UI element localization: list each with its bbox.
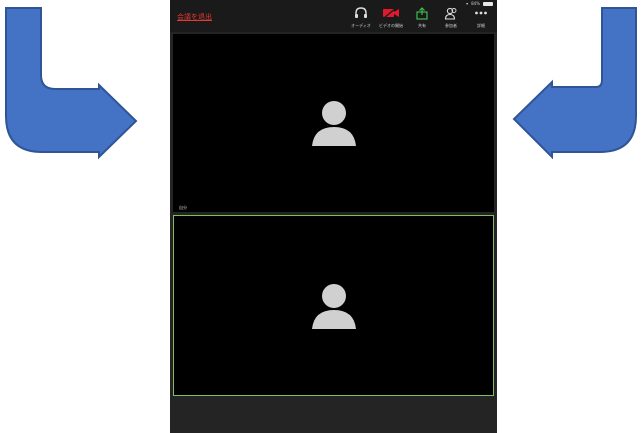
remote-video-tile[interactable]: 自分 [173,34,494,212]
audio-button[interactable]: オーディオ [344,6,378,29]
headphones-icon [352,6,370,20]
avatar-placeholder-icon [311,101,356,146]
share-icon [413,6,431,20]
participants-button[interactable]: 参加者 [434,6,468,29]
zoom-meeting-window: 会議を退出 オーディオ ビデオの開始 共有 参加者 詳細 ▾ 84% 自分 [170,0,497,433]
start-video-button[interactable]: ビデオの開始 [374,6,408,29]
participants-label: 参加者 [445,23,457,28]
leave-meeting-button[interactable]: 会議を退出 [177,12,212,22]
start-video-label: ビデオの開始 [379,23,403,28]
avatar-placeholder-icon [311,283,356,329]
more-icon [472,6,490,20]
share-label: 共有 [418,23,426,28]
more-label: 詳細 [477,23,485,28]
participant-name-tag: 自分 [179,205,187,210]
meeting-toolbar: 会議を退出 オーディオ ビデオの開始 共有 参加者 詳細 [170,0,497,32]
right-arrow-icon [512,7,637,160]
audio-label: オーディオ [351,23,371,28]
more-button[interactable]: 詳細 [464,6,498,29]
battery-icon [483,1,493,6]
video-off-icon [382,6,400,20]
bottom-bar [170,398,497,433]
participants-icon [442,6,460,20]
battery-percent: 84% [471,1,480,6]
self-video-tile[interactable] [173,215,494,396]
left-arrow-icon [5,7,138,160]
wifi-icon: ▾ [466,1,469,6]
status-bar: ▾ 84% [466,0,493,7]
